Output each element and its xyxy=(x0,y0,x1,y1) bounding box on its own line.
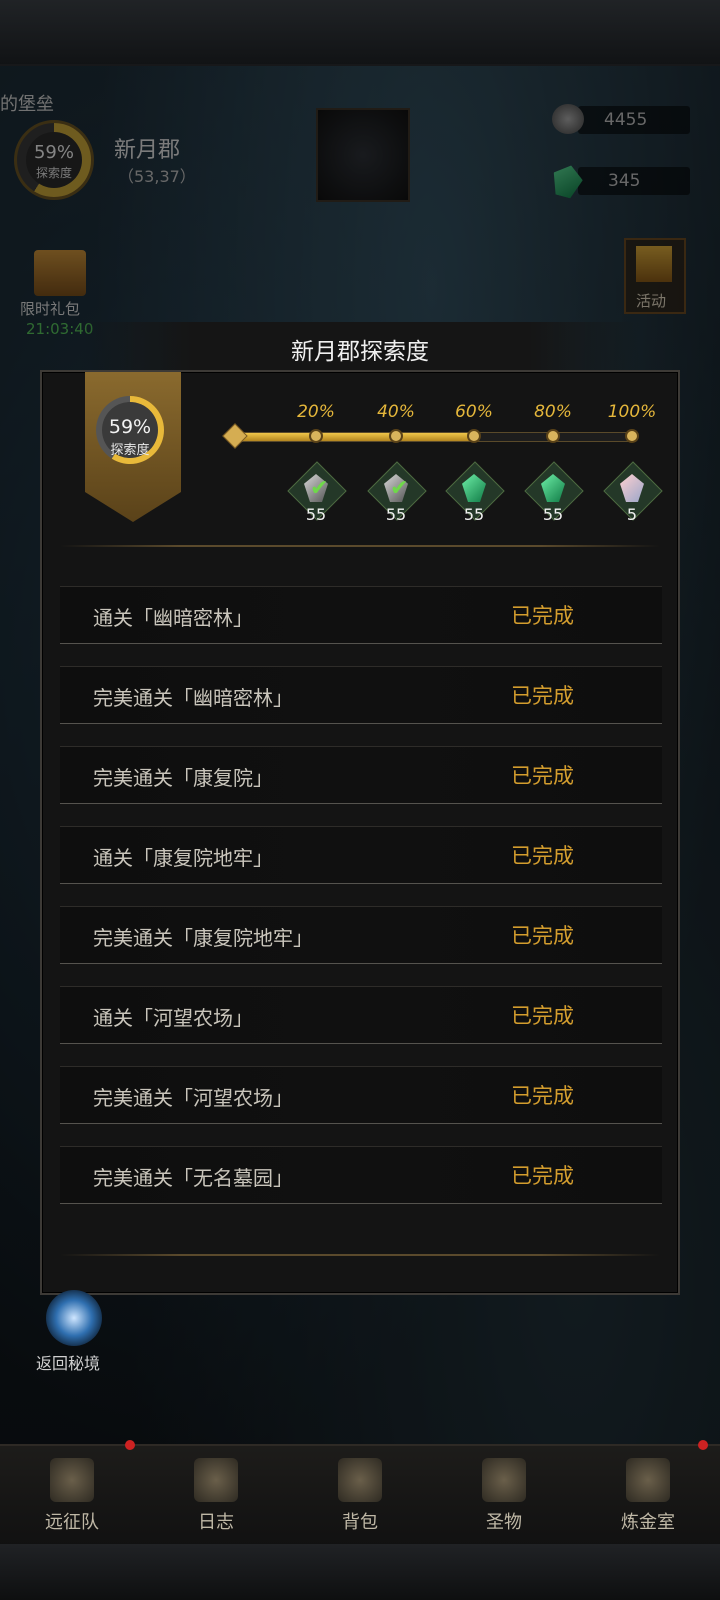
task-status: 已完成 xyxy=(511,1164,574,1188)
reward-count: 55 xyxy=(305,505,327,524)
exploration-percent-label: 探索度 xyxy=(110,443,150,458)
modal-title: 新月郡探索度 xyxy=(291,339,429,365)
task-status: 已完成 xyxy=(511,764,574,788)
alchemy-icon xyxy=(626,1458,670,1502)
task-status: 已完成 xyxy=(511,1084,574,1108)
divider xyxy=(60,545,660,547)
reward-count: 55 xyxy=(463,505,485,524)
nav-item[interactable]: 背包 xyxy=(288,1444,432,1544)
exploration-progress-fill xyxy=(237,433,471,441)
reward-count: 55 xyxy=(542,505,564,524)
notification-dot xyxy=(698,1440,708,1450)
task-status: 已完成 xyxy=(511,604,574,628)
task-status: 已完成 xyxy=(511,684,574,708)
milestone-percent: 80% xyxy=(534,402,572,422)
scroll-icon xyxy=(194,1458,238,1502)
milestone-percent: 60% xyxy=(455,402,493,422)
milestone-marker xyxy=(625,429,639,443)
task-status: 已完成 xyxy=(511,1004,574,1028)
nav-item[interactable]: 炼金室 xyxy=(576,1444,720,1544)
nav-label: 背包 xyxy=(342,1512,378,1533)
task-description: 通关「康复院地牢」 xyxy=(93,846,273,870)
nav-label: 炼金室 xyxy=(621,1512,675,1533)
return-portal-label[interactable]: 返回秘境 xyxy=(36,1350,100,1374)
task-description: 完美通关「康复院地牢」 xyxy=(93,926,313,950)
milestone-marker xyxy=(389,429,403,443)
bag-icon xyxy=(338,1458,382,1502)
task-description: 通关「河望农场」 xyxy=(93,1006,253,1030)
divider xyxy=(60,1254,660,1256)
milestone-percent: 40% xyxy=(377,402,415,422)
task-description: 完美通关「无名墓园」 xyxy=(93,1166,293,1190)
nav-label: 日志 xyxy=(198,1512,234,1533)
task-description: 通关「幽暗密林」 xyxy=(93,606,253,630)
helmet-icon xyxy=(50,1458,94,1502)
task-status: 已完成 xyxy=(511,924,574,948)
reward-count: 55 xyxy=(385,505,407,524)
milestone-marker xyxy=(467,429,481,443)
nav-label: 远征队 xyxy=(45,1512,99,1533)
milestone-marker xyxy=(309,429,323,443)
notification-dot xyxy=(125,1440,135,1450)
nav-item[interactable]: 日志 xyxy=(144,1444,288,1544)
nav-label: 圣物 xyxy=(486,1512,522,1533)
milestone-percent: 100% xyxy=(607,402,657,422)
check-icon: ✔ xyxy=(390,476,409,501)
check-icon: ✔ xyxy=(310,476,329,501)
milestone-marker xyxy=(546,429,560,443)
nav-item[interactable]: 远征队 xyxy=(0,1444,144,1544)
exploration-percent: 59% xyxy=(108,416,152,438)
task-status: 已完成 xyxy=(511,844,574,868)
portal-icon[interactable] xyxy=(46,1290,102,1346)
task-description: 完美通关「康复院」 xyxy=(93,766,273,790)
milestone-percent: 20% xyxy=(297,402,335,422)
top-status-bar xyxy=(0,0,720,66)
reward-count: 5 xyxy=(626,505,638,524)
task-description: 完美通关「河望农场」 xyxy=(93,1086,293,1110)
torch-icon xyxy=(482,1458,526,1502)
task-description: 完美通关「幽暗密林」 xyxy=(93,686,293,710)
nav-item[interactable]: 圣物 xyxy=(432,1444,576,1544)
bottom-bar xyxy=(0,1544,720,1600)
